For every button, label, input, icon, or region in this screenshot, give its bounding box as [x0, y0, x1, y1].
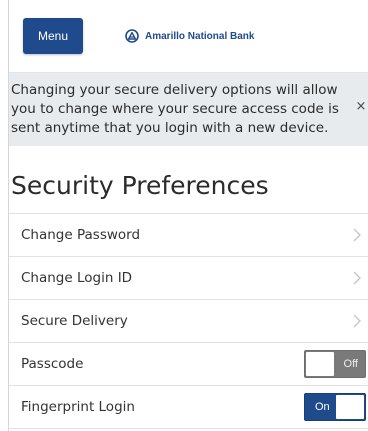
settings-item-label: Change Password [21, 227, 141, 243]
toggle-knob [336, 395, 364, 419]
chevron-right-icon [353, 314, 361, 328]
secure-delivery-notice: Changing your secure delivery options wi… [9, 73, 368, 146]
bank-name: Amarillo National Bank [145, 30, 255, 42]
app-header: Menu Amarillo National Bank [9, 0, 368, 73]
settings-item-label: Fingerprint Login [21, 399, 135, 415]
settings-item-fingerprint-login: Fingerprint Login On [9, 386, 368, 429]
settings-item-passcode: Passcode Off [9, 343, 368, 386]
toggle-knob [306, 352, 334, 376]
bank-logo-icon [125, 29, 139, 43]
settings-item-change-login-id[interactable]: Change Login ID [9, 257, 368, 300]
settings-item-secure-delivery[interactable]: Secure Delivery [9, 300, 368, 343]
settings-item-label: Secure Delivery [21, 313, 128, 329]
app-frame: Menu Amarillo National Bank Changing you… [8, 0, 368, 431]
fingerprint-login-toggle[interactable]: On [304, 393, 366, 421]
settings-item-label: Change Login ID [21, 270, 133, 286]
toggle-state-label: On [315, 401, 330, 413]
page-title: Security Preferences [11, 171, 269, 200]
settings-list: Change Password Change Login ID Secure D… [9, 213, 368, 429]
settings-item-change-password[interactable]: Change Password [9, 214, 368, 257]
bank-logo[interactable]: Amarillo National Bank [125, 28, 254, 44]
menu-button-label: Menu [37, 29, 69, 43]
toggle-state-label: Off [343, 358, 358, 370]
passcode-toggle[interactable]: Off [304, 350, 366, 378]
menu-button[interactable]: Menu [23, 18, 83, 54]
close-icon[interactable]: × [355, 99, 367, 115]
chevron-right-icon [353, 271, 361, 285]
notice-text: Changing your secure delivery options wi… [11, 82, 339, 136]
settings-item-label: Passcode [21, 356, 84, 372]
chevron-right-icon [353, 228, 361, 242]
